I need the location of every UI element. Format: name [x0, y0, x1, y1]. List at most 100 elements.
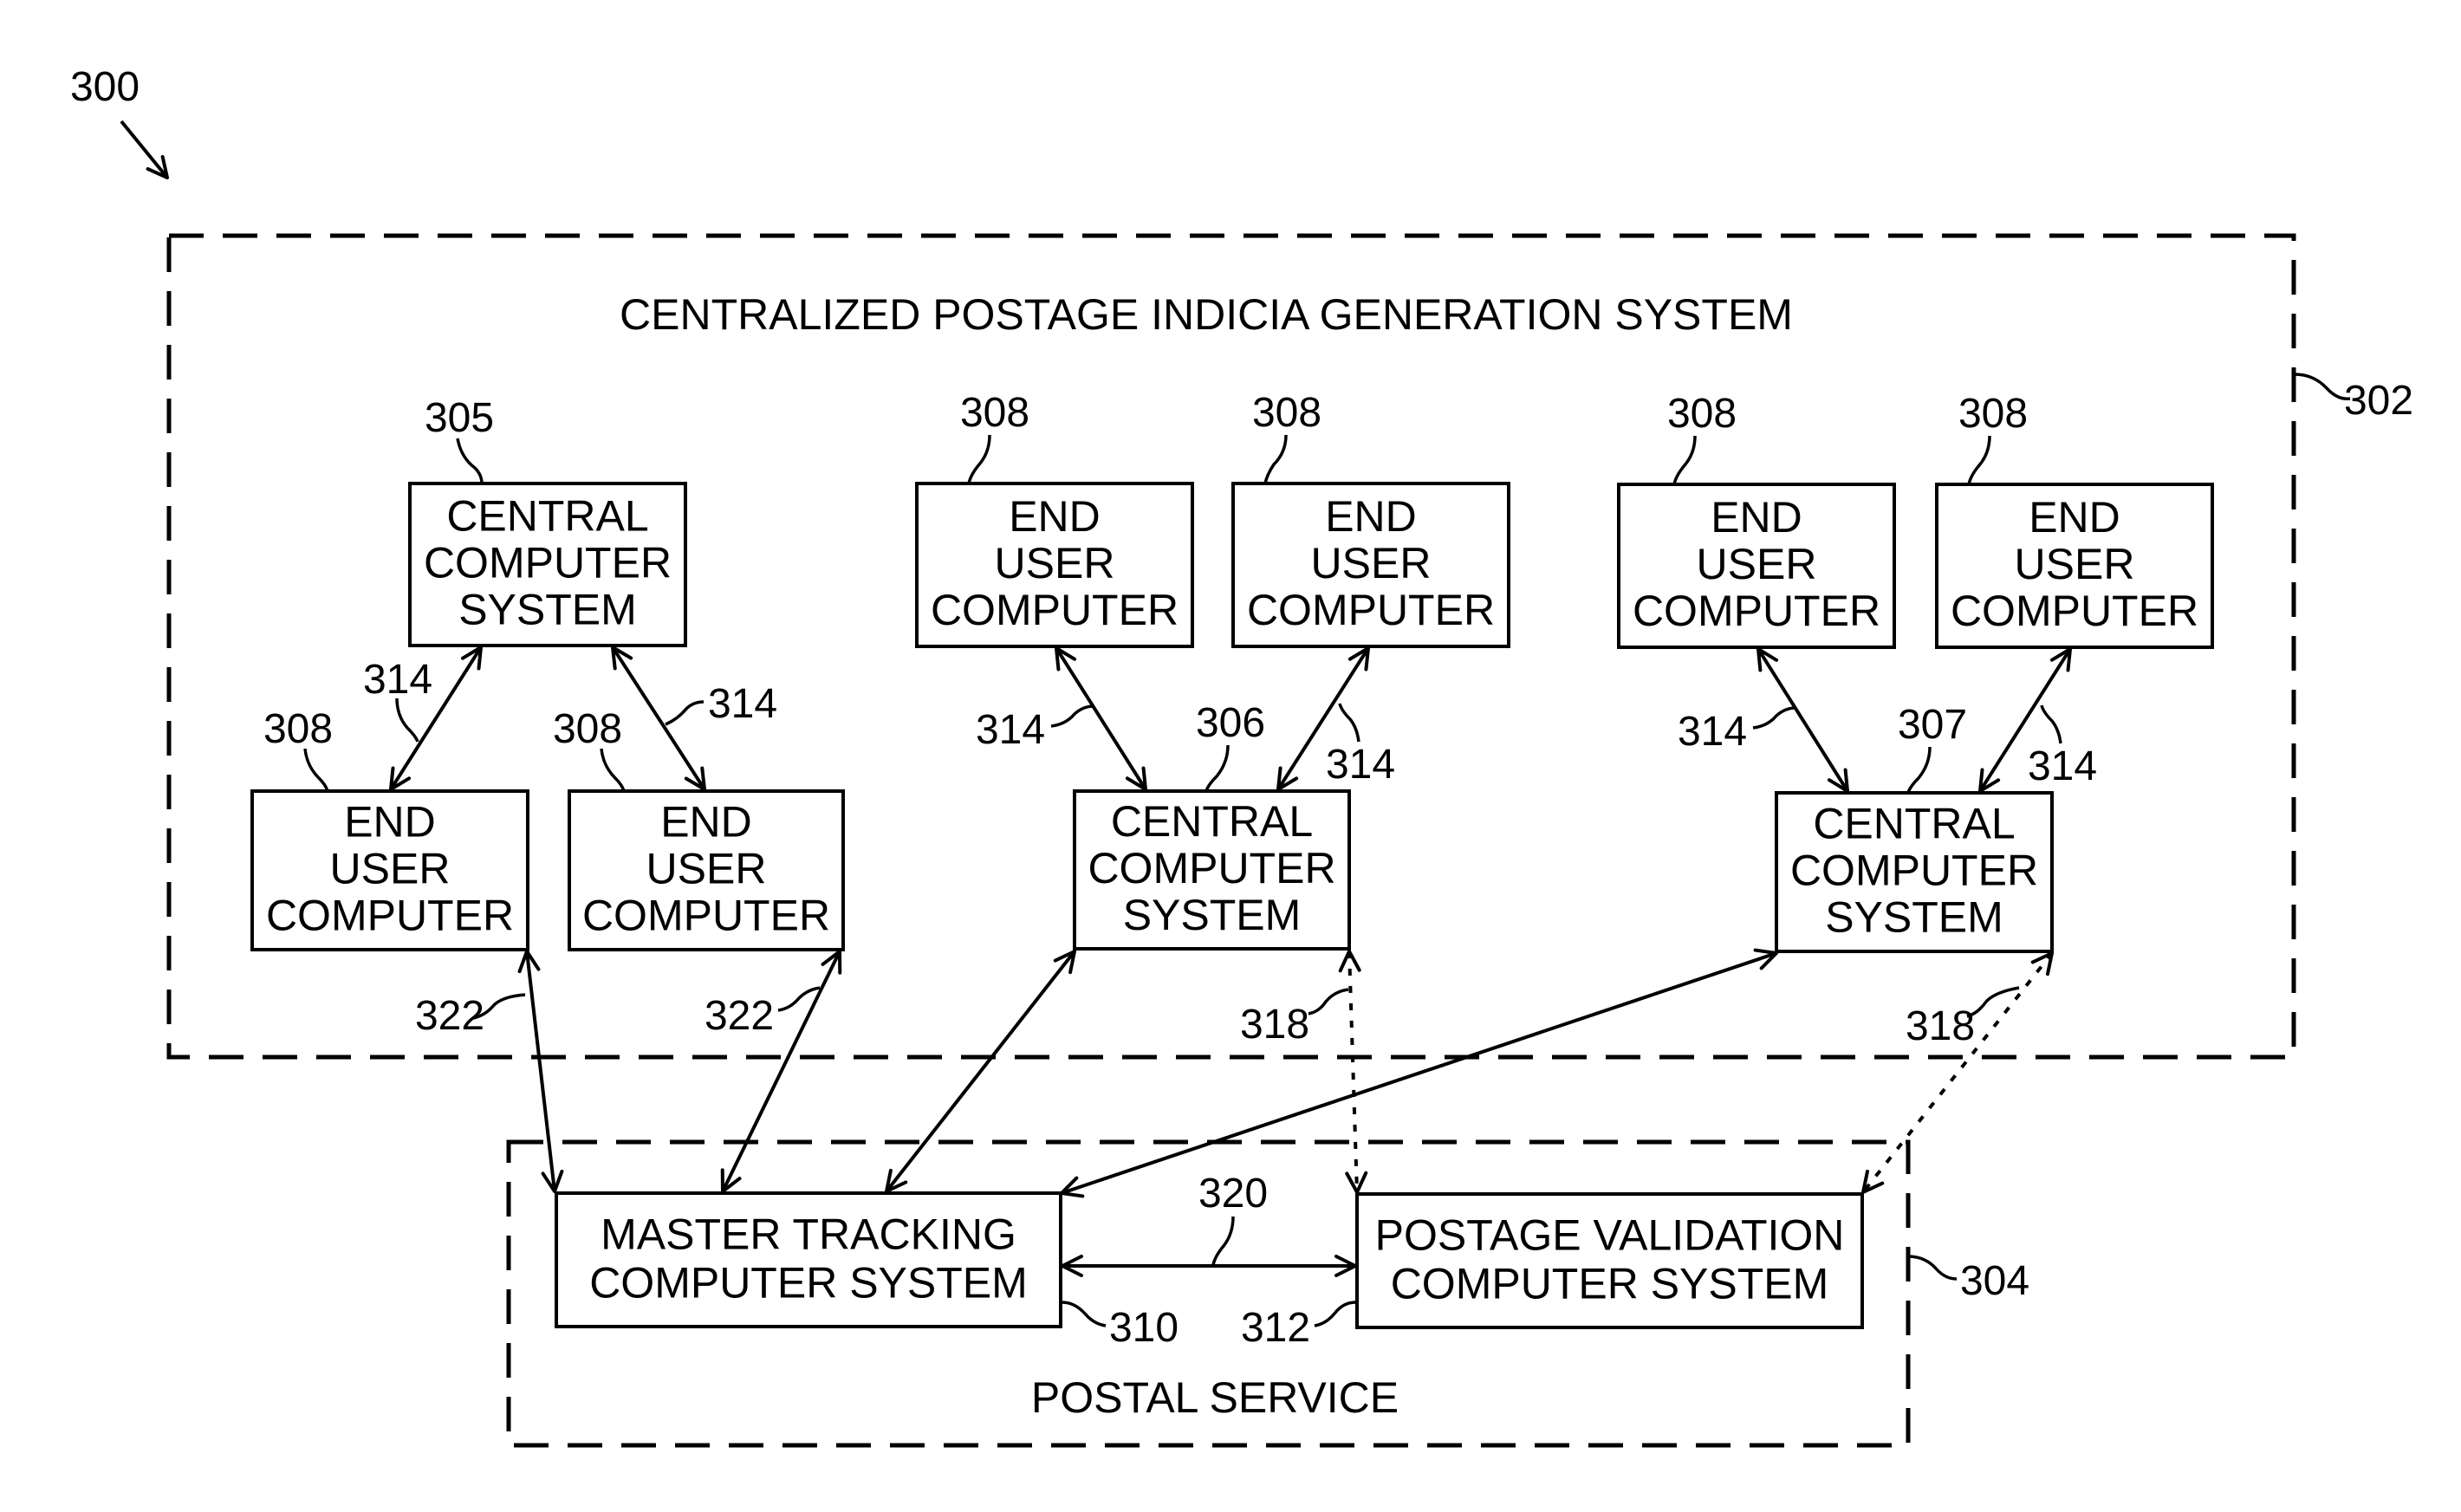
group-title: CENTRALIZED POSTAGE INDICIA GENERATION S… [620, 290, 1793, 339]
arrowhead-end [389, 766, 412, 791]
arrowhead-start [2030, 951, 2054, 977]
node-eu-3[interactable]: ENDUSERCOMPUTER [915, 482, 1194, 648]
node-label-line: MASTER TRACKING [601, 1210, 1016, 1259]
reference-numeral: 314 [1678, 709, 1747, 755]
node-label-line: SYSTEM [1123, 891, 1302, 939]
leader-line [2040, 704, 2062, 744]
leader-line [1906, 746, 1932, 794]
node-eu-5[interactable]: ENDUSERCOMPUTER [1617, 483, 1896, 649]
node-validation-312[interactable]: POSTAGE VALIDATIONCOMPUTER SYSTEM [1355, 1192, 1864, 1329]
reference-numeral: 312 [1241, 1305, 1310, 1351]
leader-line [456, 438, 484, 484]
leader-line [2294, 373, 2351, 400]
node-label-line: COMPUTER [1088, 844, 1335, 892]
arrowhead-start [1055, 646, 1077, 672]
leader-line [303, 748, 329, 792]
node-label-line: COMPUTER SYSTEM [1391, 1260, 1829, 1308]
node-label-line: USER [2015, 540, 2135, 588]
group-title: POSTAL SERVICE [1031, 1373, 1399, 1422]
connection-eu-1-to-master-310 [517, 950, 564, 1193]
connection-eu-2-to-master-310 [720, 950, 842, 1193]
node-label-line: COMPUTER [931, 586, 1179, 634]
node-label-line: CENTRAL [1813, 800, 2015, 848]
node-label-line: USER [995, 539, 1115, 587]
reference-numeral: 322 [415, 993, 484, 1039]
node-reference-central-306: 306 [1196, 700, 1265, 792]
leader-line [1907, 1255, 1958, 1281]
node-label-line: END [1009, 492, 1101, 541]
reference-numeral: 308 [553, 706, 622, 752]
connection-reference: 314 [1678, 706, 1796, 755]
reference-numeral: 318 [1906, 1003, 1975, 1049]
node-label-line: COMPUTER SYSTEM [589, 1259, 1028, 1308]
node-reference-eu-6: 308 [1958, 391, 2028, 485]
arrowhead-start [611, 646, 633, 671]
connection-reference: 318 [1906, 986, 2020, 1049]
arrowhead-start [1756, 647, 1779, 672]
connection-reference: 318 [1240, 988, 1349, 1048]
node-reference-central-305: 305 [425, 395, 494, 484]
leader-line [1314, 1301, 1356, 1327]
node-label-line: CENTRAL [446, 492, 648, 541]
group-reference-302: 302 [2294, 373, 2413, 424]
reference-numeral: 318 [1240, 1002, 1309, 1048]
node-label-line: COMPUTER [266, 892, 514, 940]
arrowhead-end [1276, 766, 1299, 791]
connection-reference: 314 [976, 704, 1094, 753]
reference-numeral: 308 [1252, 390, 1321, 436]
leader-line [967, 434, 991, 484]
reference-numeral: 314 [363, 657, 432, 703]
connection-reference: 320 [1198, 1171, 1268, 1266]
connection-central-306-to-validation-312 [1338, 950, 1368, 1194]
leader-line [1062, 1301, 1107, 1327]
arrowhead-start [1338, 950, 1361, 973]
reference-numeral: 305 [425, 395, 494, 441]
connection-reference: 322 [415, 993, 526, 1039]
leader-line [395, 698, 419, 743]
node-label-line: COMPUTER [1247, 586, 1495, 634]
leader-line [1338, 703, 1360, 743]
leader-line [1966, 986, 2020, 1018]
node-central-305[interactable]: CENTRALCOMPUTERSYSTEM [408, 482, 687, 647]
reference-numeral: 322 [705, 993, 774, 1039]
node-eu-4[interactable]: ENDUSERCOMPUTER [1231, 482, 1510, 648]
connection-line [885, 950, 1076, 1193]
node-label-line: END [1711, 493, 1802, 542]
reference-numeral: 308 [1958, 391, 2028, 437]
node-reference-eu-2: 308 [553, 706, 626, 792]
leader-line [665, 700, 705, 726]
leader-line [1050, 704, 1094, 728]
node-label-line: COMPUTER [424, 539, 672, 587]
arrowhead-end [1978, 768, 2001, 793]
arrowhead-end [1827, 768, 1849, 793]
node-eu-6[interactable]: ENDUSERCOMPUTER [1935, 483, 2214, 649]
node-eu-2[interactable]: ENDUSERCOMPUTER [568, 789, 845, 951]
node-label-line: USER [1311, 539, 1432, 587]
node-central-306[interactable]: CENTRALCOMPUTERSYSTEM [1073, 789, 1351, 951]
reference-numeral: 306 [1196, 700, 1265, 746]
figure-reference: 300 [70, 64, 169, 179]
reference-numeral: 308 [263, 706, 333, 752]
connection-line [611, 646, 706, 791]
node-label-line: COMPUTER [1951, 587, 2198, 635]
node-label-line: END [660, 798, 752, 847]
connection-reference: 314 [1326, 703, 1395, 788]
node-label-line: END [2029, 493, 2120, 542]
node-master-310[interactable]: MASTER TRACKINGCOMPUTER SYSTEM [555, 1191, 1062, 1328]
node-reference-eu-3: 308 [960, 390, 1029, 484]
leader-line [1308, 988, 1349, 1016]
leader-line [1752, 706, 1796, 730]
node-reference-eu-4: 308 [1252, 390, 1321, 484]
connection-line [1061, 951, 1777, 1195]
connection-line [525, 951, 556, 1192]
node-eu-1[interactable]: ENDUSERCOMPUTER [250, 789, 529, 951]
leader-line [1205, 744, 1230, 792]
connection-reference: 314 [363, 657, 432, 743]
connection-reference: 314 [665, 681, 777, 727]
system-diagram: CENTRALIZED POSTAGE INDICIA GENERATION S… [70, 64, 2413, 1448]
node-reference-validation-312: 312 [1241, 1301, 1356, 1351]
reference-numeral: 302 [2344, 378, 2413, 424]
node-label-line: SYSTEM [458, 586, 637, 634]
connection-central-306-to-master-310 [885, 950, 1076, 1193]
node-central-307[interactable]: CENTRALCOMPUTERSYSTEM [1775, 791, 2054, 953]
